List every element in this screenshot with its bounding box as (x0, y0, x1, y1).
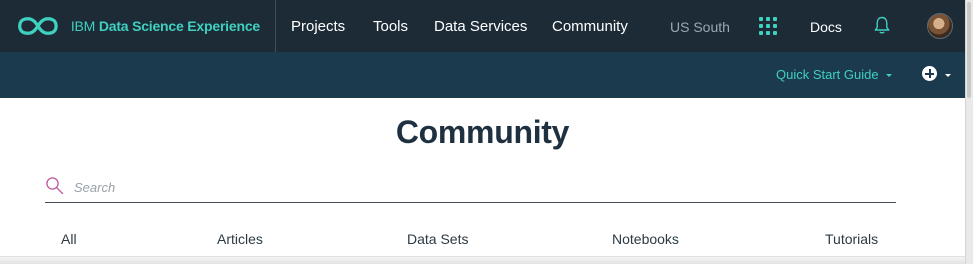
search-underline (45, 202, 896, 203)
page: IBM Data Science Experience Projects Too… (0, 0, 973, 264)
search-icon (46, 177, 64, 195)
chevron-down-icon[interactable] (886, 74, 892, 77)
scrollbar-thumb[interactable] (967, 2, 971, 98)
quick-start-guide-link[interactable]: Quick Start Guide (776, 67, 879, 82)
user-avatar[interactable] (927, 13, 953, 39)
nav-data-services[interactable]: Data Services (434, 18, 527, 35)
top-nav-bar: IBM Data Science Experience Projects Too… (0, 0, 965, 52)
docs-link[interactable]: Docs (810, 19, 842, 35)
brand-company: IBM (70, 18, 96, 34)
plus-circle-icon[interactable] (922, 66, 937, 81)
page-title: Community (395, 114, 570, 150)
tab-notebooks[interactable]: Notebooks (612, 231, 679, 247)
search-input[interactable] (74, 176, 874, 198)
app-grid-icon[interactable] (759, 17, 777, 35)
sub-bar: Quick Start Guide (0, 52, 965, 98)
brand-product: Data Science Experience (98, 18, 260, 34)
tab-data-sets[interactable]: Data Sets (407, 231, 468, 247)
bell-icon[interactable] (873, 15, 891, 35)
chevron-down-icon[interactable] (945, 74, 951, 77)
tab-tutorials[interactable]: Tutorials (825, 231, 878, 247)
content-divider (0, 256, 965, 264)
tab-articles[interactable]: Articles (217, 231, 263, 247)
tab-all[interactable]: All (61, 231, 77, 247)
brand[interactable]: IBM Data Science Experience (0, 0, 276, 52)
nav-projects[interactable]: Projects (291, 18, 345, 35)
nav-tools[interactable]: Tools (373, 18, 408, 35)
region-selector[interactable]: US South (670, 19, 730, 35)
brand-name: IBM Data Science Experience (71, 18, 260, 34)
infinity-logo-icon (18, 17, 58, 35)
nav-community[interactable]: Community (552, 18, 628, 35)
